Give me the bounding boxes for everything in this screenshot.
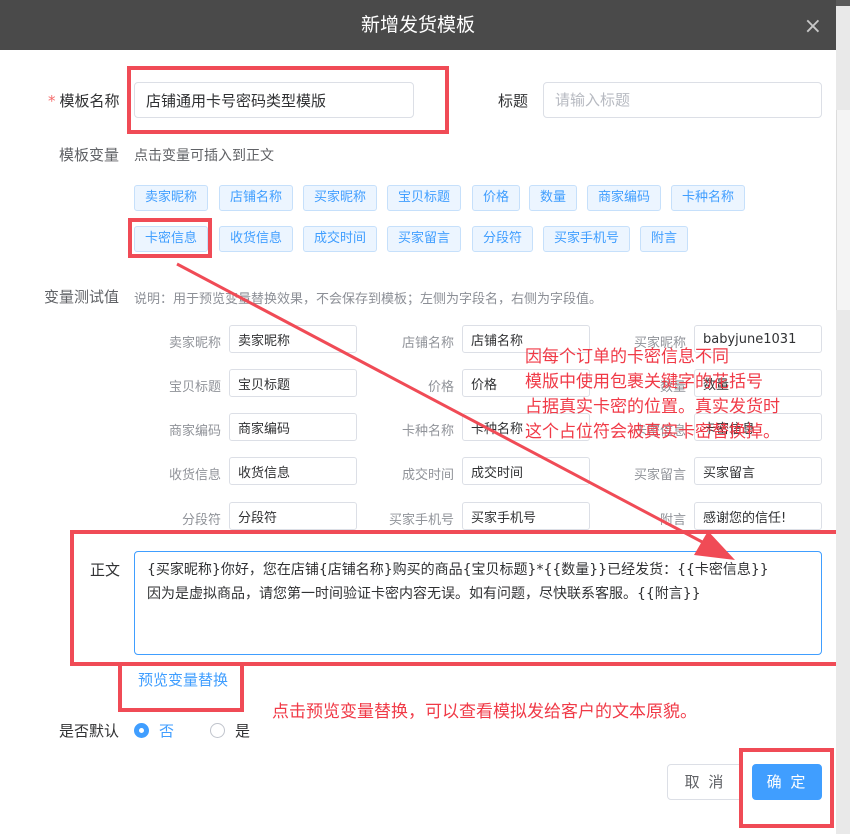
add-template-dialog: 新增发货模板 × *模板名称 标题 模板变量 点击变量可插入到正文 卖家昵称 店… <box>0 0 836 834</box>
variable-tag[interactable]: 买家手机号 <box>543 226 631 252</box>
test-field-label: 分段符 <box>181 513 221 528</box>
test-field-label: 买家留言 <box>633 468 686 483</box>
test-field-label: 附言 <box>659 513 686 528</box>
dialog-title: 新增发货模板 <box>360 14 475 36</box>
variable-tag[interactable]: 买家留言 <box>387 226 462 252</box>
test-field-input[interactable] <box>229 502 357 530</box>
test-values-label: 变量测试值 <box>44 288 120 306</box>
variable-tag[interactable]: 价格 <box>472 185 521 211</box>
body-textarea[interactable]: {买家昵称}你好，您在店铺{店铺名称}购买的商品{宝贝标题}*{{数量}}已经发… <box>134 551 822 655</box>
variable-tag[interactable]: 商家编码 <box>587 185 662 211</box>
default-label: 是否默认 <box>59 722 120 740</box>
cancel-button[interactable]: 取 消 <box>667 764 743 800</box>
default-radio-yes[interactable]: 是 <box>210 720 250 741</box>
variable-tag[interactable]: 分段符 <box>472 226 534 252</box>
variable-tag[interactable]: 附言 <box>640 226 689 252</box>
test-field-input[interactable] <box>229 369 357 397</box>
annotation-note-line: 模版中使用包裹关键字的花括号 <box>525 372 763 392</box>
close-icon[interactable]: × <box>804 0 822 54</box>
default-radio-no[interactable]: 否 <box>134 720 174 741</box>
variable-tag[interactable]: 店铺名称 <box>219 185 294 211</box>
variable-tag[interactable]: 数量 <box>529 185 578 211</box>
test-field-input[interactable] <box>462 457 590 485</box>
test-field-input[interactable] <box>694 502 822 530</box>
preview-replace-link[interactable]: 预览变量替换 <box>138 669 228 690</box>
variable-tag[interactable]: 卖家昵称 <box>134 185 209 211</box>
test-field-input[interactable] <box>229 413 357 441</box>
template-name-input[interactable] <box>134 82 414 118</box>
annotation-note-line: 这个占位符会被真实卡密替换掉。 <box>525 422 780 442</box>
test-field-label: 宝贝标题 <box>168 380 221 395</box>
test-field-label: 卡种名称 <box>401 424 454 439</box>
test-field-input[interactable] <box>462 502 590 530</box>
template-name-label: * 模板名称 <box>48 92 120 110</box>
test-field-label: 卖家昵称 <box>168 336 221 351</box>
annotation-note-line: 占据真实卡密的位置。真实发货时 <box>525 397 780 417</box>
title-label: 标题 <box>498 92 529 110</box>
test-field-label: 店铺名称 <box>401 336 454 351</box>
radio-checked-icon <box>134 723 149 738</box>
test-field-label: 成交时间 <box>401 468 454 483</box>
variable-tag[interactable]: 宝贝标题 <box>387 185 462 211</box>
test-field-label: 商家编码 <box>168 424 221 439</box>
test-field-label: 买家手机号 <box>388 513 454 528</box>
variable-tag-card-secret[interactable]: 卡密信息 <box>134 226 209 252</box>
title-input[interactable] <box>543 82 822 118</box>
variable-tag[interactable]: 买家昵称 <box>303 185 378 211</box>
test-field-input[interactable] <box>694 457 822 485</box>
dialog-header: 新增发货模板 × <box>0 0 836 50</box>
variable-tag[interactable]: 收货信息 <box>219 226 294 252</box>
variables-label: 模板变量 <box>59 146 120 164</box>
test-field-input[interactable] <box>229 457 357 485</box>
test-field-input[interactable] <box>229 325 357 353</box>
annotation-note-line: 因每个订单的卡密信息不同 <box>525 347 729 367</box>
confirm-button[interactable]: 确 定 <box>752 764 822 800</box>
test-values-hint: 说明：用于预览变量替换效果，不会保存到模板；左侧为字段名，右侧为字段值。 <box>134 292 603 307</box>
annotation-note-preview: 点击预览变量替换，可以查看模拟发给客户的文本原貌。 <box>272 702 697 722</box>
test-field-label: 价格 <box>427 380 454 395</box>
variables-hint: 点击变量可插入到正文 <box>134 148 274 164</box>
variable-tag[interactable]: 卡种名称 <box>671 185 746 211</box>
background-page-panel <box>836 110 850 310</box>
variable-tag[interactable]: 成交时间 <box>303 226 378 252</box>
test-field-label: 收货信息 <box>168 468 221 483</box>
radio-unchecked-icon <box>210 723 225 738</box>
body-label: 正文 <box>90 561 121 579</box>
required-asterisk: * <box>48 92 56 110</box>
